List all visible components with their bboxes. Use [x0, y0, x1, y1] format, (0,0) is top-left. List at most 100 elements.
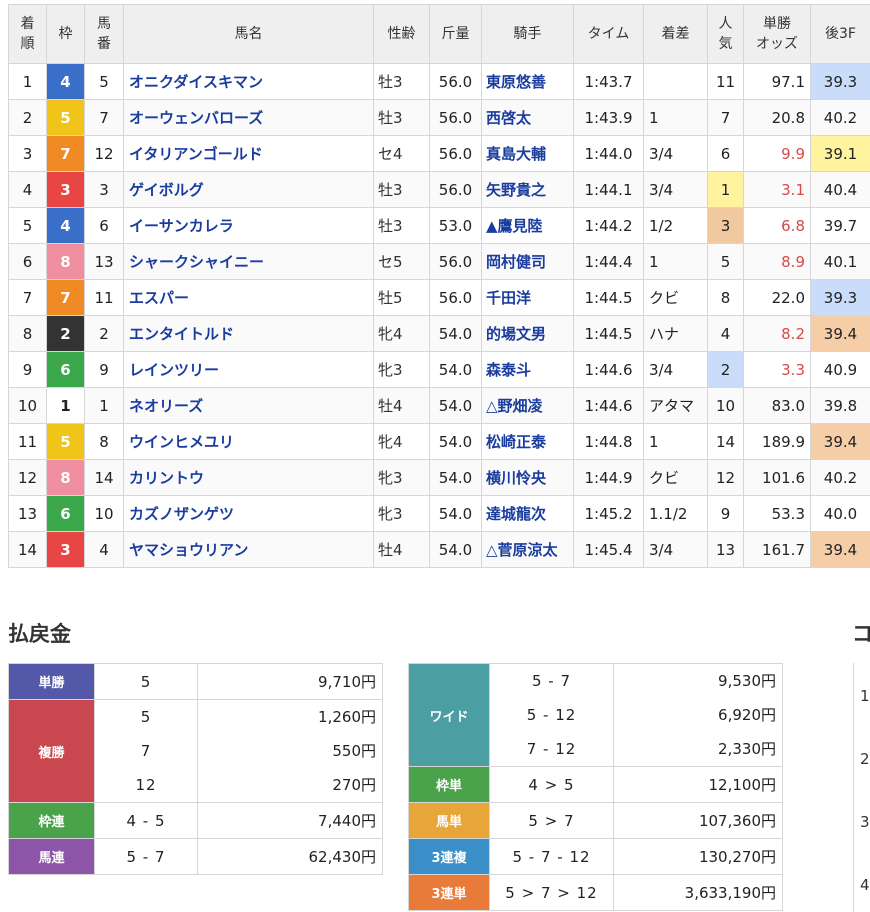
weight-cell: 54.0: [429, 351, 482, 388]
payout-amount: 130,270円: [698, 847, 776, 866]
time-cell: 1:43.7: [573, 63, 644, 100]
last-3f-cell: 40.9: [810, 351, 870, 388]
weight-cell: 54.0: [429, 423, 482, 460]
sex-age-cell: セ4: [373, 135, 430, 172]
last-3f-cell: 40.2: [810, 99, 870, 136]
win-odds-cell: 83.0: [743, 387, 811, 424]
results-table: 着 順枠馬 番馬名 性齢 斤量 騎手 タイム 着差人 気単勝 オッズ 後3F 1 4 5 オニクダ…: [8, 4, 870, 568]
rank-cell: 14: [8, 531, 47, 568]
horse-name-link[interactable]: オーウェンバローズ: [123, 99, 374, 136]
jockey-link[interactable]: 的場文男: [481, 315, 574, 352]
frame-cell: 5: [46, 423, 85, 460]
jockey-link[interactable]: △菅原涼太: [481, 531, 574, 568]
jockey-link[interactable]: △野畑凌: [481, 387, 574, 424]
horse-name-link[interactable]: レインツリー: [123, 351, 374, 388]
jockey-link[interactable]: 真島大輔: [481, 135, 574, 172]
weight-cell: 56.0: [429, 171, 482, 208]
table-row: 3 7 12 イタリアンゴールド セ4 56.0 真島大輔 1:44.0 3/4 6 9.9 39.1: [8, 135, 870, 172]
payout-amount: 270円: [332, 776, 376, 794]
horse-name-link[interactable]: エスパー: [123, 279, 374, 316]
payout-numbers: 4 > 5: [489, 766, 614, 803]
payout-label: 複勝: [8, 699, 95, 803]
horse-name-link[interactable]: オニクダイスキマン: [123, 63, 374, 100]
payout-numbers: 5 > 7: [489, 802, 614, 839]
payout-label: 単勝: [8, 663, 95, 700]
last-3f-cell: 39.3: [810, 279, 870, 316]
payout-amount: 550円: [332, 742, 376, 760]
horse-number-cell: 9: [84, 351, 124, 388]
jockey-link[interactable]: 千田洋: [481, 279, 574, 316]
horse-number-cell: 12: [84, 135, 124, 172]
payout-number: 5 - 7: [126, 847, 166, 866]
table-row: 4 3 3 ゲイボルグ 牡3 56.0 矢野貴之 1:44.1 3/4 1 3.1 40.4: [8, 171, 870, 208]
horse-number-cell: 6: [84, 207, 124, 244]
payout-row: ワイド 5 - 7 5 - 12 7 - 12 9,530円 6,920円 2,330円: [408, 663, 783, 767]
table-row: 10 1 1 ネオリーズ 牡4 54.0 △野畑凌 1:44.6 アタマ 10 83.0 39.8: [8, 387, 870, 424]
jockey-link[interactable]: 達城龍次: [481, 495, 574, 532]
popularity-cell: 2: [707, 351, 744, 388]
frame-cell: 4: [46, 207, 85, 244]
payout-label: 枠連: [8, 802, 95, 839]
last-3f-cell: 40.0: [810, 495, 870, 532]
jockey-link[interactable]: ▲鷹見陸: [481, 207, 574, 244]
jockey-link[interactable]: 松崎正泰: [481, 423, 574, 460]
payout-amounts: 1,260円 550円 270円: [197, 699, 383, 803]
sex-age-cell: セ5: [373, 243, 430, 280]
jockey-link[interactable]: 岡村健司: [481, 243, 574, 280]
margin-cell: 1: [643, 243, 708, 280]
horse-name-link[interactable]: カリントウ: [123, 459, 374, 496]
popularity-cell: 14: [707, 423, 744, 460]
last-3f-cell: 40.2: [810, 459, 870, 496]
table-row: 14 3 4 ヤマショウリアン 牡4 54.0 △菅原涼太 1:45.4 3/4 13 161.7 3…: [8, 531, 870, 568]
payout-number: 12: [135, 776, 157, 794]
popularity-cell: 8: [707, 279, 744, 316]
payout-amount: 1,260円: [318, 708, 376, 726]
jockey-link[interactable]: 西啓太: [481, 99, 574, 136]
frame-cell: 7: [46, 135, 85, 172]
weight-cell: 54.0: [429, 531, 482, 568]
horse-name-link[interactable]: イタリアンゴールド: [123, 135, 374, 172]
popularity-cell: 7: [707, 99, 744, 136]
popularity-cell: 4: [707, 315, 744, 352]
payout-amounts: 9,530円 6,920円 2,330円: [613, 663, 783, 767]
horse-name-link[interactable]: ネオリーズ: [123, 387, 374, 424]
frame-cell: 2: [46, 315, 85, 352]
jockey-link[interactable]: 横川怜央: [481, 459, 574, 496]
horse-name-link[interactable]: ゲイボルグ: [123, 171, 374, 208]
time-cell: 1:44.4: [573, 243, 644, 280]
win-odds-cell: 189.9: [743, 423, 811, 460]
payout-amounts: 3,633,190円: [613, 874, 783, 911]
horse-name-link[interactable]: ウインヒメユリ: [123, 423, 374, 460]
payout-label: ワイド: [408, 663, 490, 767]
win-odds-cell: 22.0: [743, 279, 811, 316]
popularity-cell: 6: [707, 135, 744, 172]
horse-name-link[interactable]: ヤマショウリアン: [123, 531, 374, 568]
horse-name-link[interactable]: シャークシャイニー: [123, 243, 374, 280]
time-cell: 1:44.5: [573, 315, 644, 352]
jockey-link[interactable]: 東原悠善: [481, 63, 574, 100]
horse-number-cell: 5: [84, 63, 124, 100]
weight-cell: 54.0: [429, 459, 482, 496]
sex-age-cell: 牡4: [373, 531, 430, 568]
right-column-number: 4: [860, 876, 870, 894]
horse-name-link[interactable]: エンタイトルド: [123, 315, 374, 352]
jockey-link[interactable]: 矢野貴之: [481, 171, 574, 208]
payout-amounts: 62,430円: [197, 838, 383, 875]
horse-name-link[interactable]: イーサンカレラ: [123, 207, 374, 244]
time-cell: 1:44.5: [573, 279, 644, 316]
time-cell: 1:44.6: [573, 387, 644, 424]
right-section-column: 1 2 3 4: [853, 663, 870, 912]
horse-number-cell: 14: [84, 459, 124, 496]
horse-number-cell: 3: [84, 171, 124, 208]
margin-cell: 1/2: [643, 207, 708, 244]
time-cell: 1:45.2: [573, 495, 644, 532]
weight-cell: 56.0: [429, 243, 482, 280]
jockey-link[interactable]: 森泰斗: [481, 351, 574, 388]
sex-age-cell: 牝3: [373, 351, 430, 388]
horse-name-link[interactable]: カズノザンゲツ: [123, 495, 374, 532]
time-cell: 1:45.4: [573, 531, 644, 568]
payout-label: 3連複: [408, 838, 490, 875]
table-header-row: 着 順枠馬 番馬名 性齢 斤量 騎手 タイム 着差人 気単勝 オッズ 後3F: [8, 4, 870, 64]
table-row: 12 8 14 カリントウ 牝3 54.0 横川怜央 1:44.9 クビ 12 101.6 40.2: [8, 459, 870, 496]
payout-amount: 107,360円: [698, 811, 776, 830]
